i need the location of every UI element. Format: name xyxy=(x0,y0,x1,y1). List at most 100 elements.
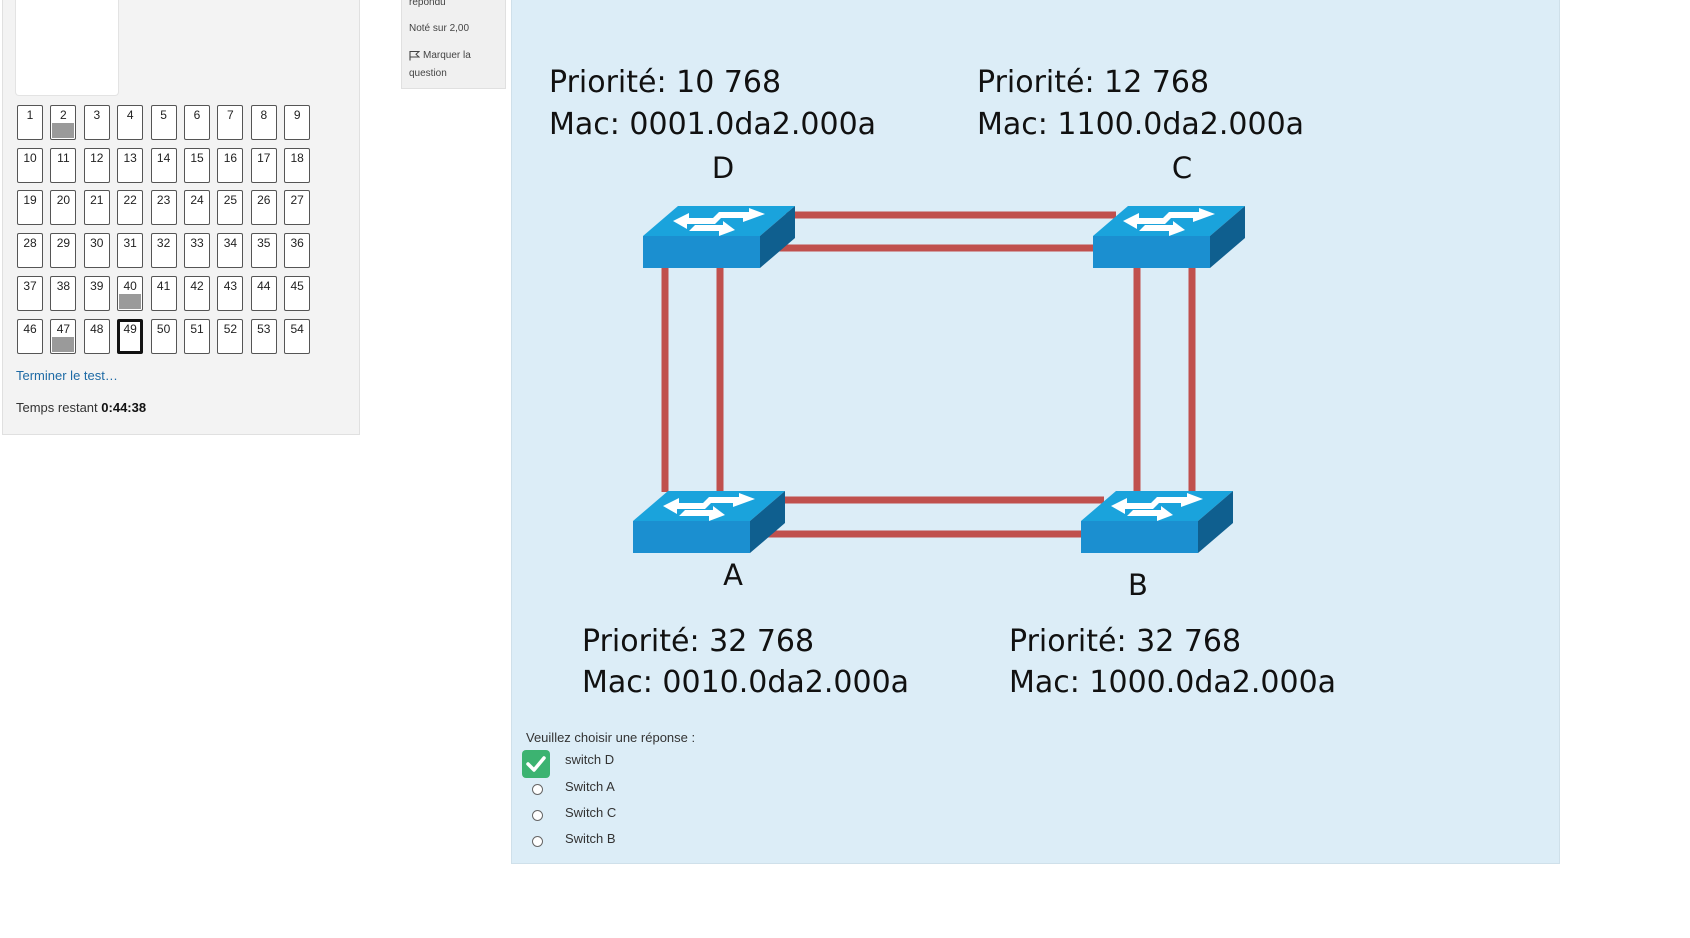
user-picture xyxy=(15,0,119,96)
question-nav-button-22[interactable]: 22 xyxy=(117,190,144,226)
question-nav-button-9[interactable]: 9 xyxy=(284,105,311,140)
question-nav-button-5[interactable]: 5 xyxy=(150,105,177,140)
question-nav-button-30[interactable]: 30 xyxy=(83,233,110,269)
question-nav-button-34[interactable]: 34 xyxy=(217,233,244,269)
question-nav-button-10[interactable]: 10 xyxy=(17,147,43,183)
question-nav-button-24[interactable]: 24 xyxy=(184,190,210,226)
question-nav-button-14[interactable]: 14 xyxy=(150,147,177,183)
question-nav-button-53[interactable]: 53 xyxy=(250,318,277,354)
answer-option-switch-a[interactable]: Switch A xyxy=(522,778,762,804)
question-nav-button-1[interactable]: 1 xyxy=(17,105,43,140)
question-nav-button-6[interactable]: 6 xyxy=(184,105,210,140)
question-info-box: répondu Noté sur 2,00 Marquer la questio… xyxy=(401,0,506,89)
switch-d-icon xyxy=(643,206,795,268)
switch-c-mac: Mac: 1100.0da2.000a xyxy=(977,107,1304,142)
question-nav-button-47[interactable]: 47 xyxy=(50,318,77,354)
question-number: 14 xyxy=(156,150,171,165)
question-number: 38 xyxy=(56,278,71,293)
question-nav-button-11[interactable]: 11 xyxy=(50,147,77,183)
question-nav-button-48[interactable]: 48 xyxy=(83,318,110,354)
timer-label: Temps restant xyxy=(16,400,98,415)
question-number: 33 xyxy=(190,236,204,251)
question-nav-button-20[interactable]: 20 xyxy=(50,190,77,226)
question-state: répondu xyxy=(409,0,446,8)
question-nav-button-49[interactable]: 49 xyxy=(117,318,144,354)
question-nav-button-51[interactable]: 51 xyxy=(184,318,210,354)
switch-d-mac: Mac: 0001.0da2.000a xyxy=(549,107,876,142)
question-number: 19 xyxy=(23,193,37,208)
question-nav-button-28[interactable]: 28 xyxy=(17,233,43,269)
question-nav-button-41[interactable]: 41 xyxy=(150,275,177,311)
finish-attempt-link[interactable]: Terminer le test… xyxy=(16,368,118,383)
question-nav-button-37[interactable]: 37 xyxy=(17,275,43,311)
radio-button[interactable] xyxy=(532,810,543,821)
checkbox-checked-icon[interactable] xyxy=(522,750,550,778)
answer-option-switch-b[interactable]: Switch B xyxy=(522,830,762,856)
answered-indicator xyxy=(52,123,75,138)
question-nav-button-8[interactable]: 8 xyxy=(250,105,277,140)
question-nav-button-29[interactable]: 29 xyxy=(50,233,77,269)
question-nav-button-25[interactable]: 25 xyxy=(217,190,244,226)
question-nav-button-45[interactable]: 45 xyxy=(284,275,311,311)
question-nav-button-44[interactable]: 44 xyxy=(250,275,277,311)
question-number: 35 xyxy=(257,236,271,251)
question-nav-button-42[interactable]: 42 xyxy=(184,275,210,311)
question-nav-button-12[interactable]: 12 xyxy=(83,147,110,183)
time-remaining: Temps restant 0:44:38 xyxy=(16,400,146,415)
question-number: 54 xyxy=(290,321,304,336)
answer-option-switch-d[interactable]: switch D xyxy=(522,750,762,778)
question-nav-button-32[interactable]: 32 xyxy=(150,233,177,269)
question-number: 3 xyxy=(93,108,101,122)
flag-question-button[interactable]: Marquer la question xyxy=(409,47,499,83)
question-nav-button-35[interactable]: 35 xyxy=(250,233,277,269)
question-nav-button-15[interactable]: 15 xyxy=(184,147,210,183)
quiz-navigation-panel: 1 2 3 4 5 6 7 8 9 10 11 12 13 14 15 16 17 18 19 20 21 22 23 24 2… xyxy=(2,0,360,435)
question-nav-button-4[interactable]: 4 xyxy=(117,105,144,140)
question-number: 53 xyxy=(257,321,271,336)
question-nav-button-3[interactable]: 3 xyxy=(83,105,110,140)
question-nav-button-50[interactable]: 50 xyxy=(150,318,177,354)
question-nav-button-52[interactable]: 52 xyxy=(217,318,244,354)
question-nav-button-33[interactable]: 33 xyxy=(184,233,210,269)
question-number: 26 xyxy=(257,193,271,208)
radio-button[interactable] xyxy=(532,836,543,847)
question-nav-button-36[interactable]: 36 xyxy=(284,233,311,269)
question-number: 15 xyxy=(190,150,204,165)
question-nav-button-21[interactable]: 21 xyxy=(83,190,110,226)
question-nav-button-43[interactable]: 43 xyxy=(217,275,244,311)
question-nav-button-39[interactable]: 39 xyxy=(83,275,110,311)
question-nav-button-19[interactable]: 19 xyxy=(17,190,43,226)
question-number: 47 xyxy=(56,321,71,336)
question-number: 8 xyxy=(260,108,268,122)
question-nav-button-7[interactable]: 7 xyxy=(217,105,244,140)
question-nav-button-54[interactable]: 54 xyxy=(284,318,311,354)
question-nav-button-26[interactable]: 26 xyxy=(250,190,277,226)
question-nav-button-2[interactable]: 2 xyxy=(50,105,77,140)
question-nav-button-46[interactable]: 46 xyxy=(17,318,43,354)
question-nav-button-23[interactable]: 23 xyxy=(150,190,177,226)
question-number: 45 xyxy=(290,278,304,293)
question-nav-button-31[interactable]: 31 xyxy=(117,233,144,269)
question-nav-button-17[interactable]: 17 xyxy=(250,147,277,183)
question-nav-button-27[interactable]: 27 xyxy=(284,190,311,226)
answer-option-switch-c[interactable]: Switch C xyxy=(522,804,762,830)
question-number: 13 xyxy=(123,150,137,165)
question-nav-button-40[interactable]: 40 xyxy=(117,275,144,311)
question-number: 10 xyxy=(23,150,37,165)
question-number: 24 xyxy=(190,193,204,208)
question-nav-button-18[interactable]: 18 xyxy=(284,147,311,183)
question-nav-button-13[interactable]: 13 xyxy=(117,147,144,183)
switch-d-priority: Priorité: 10 768 xyxy=(549,65,781,100)
question-number: 37 xyxy=(23,278,37,293)
flag-icon xyxy=(409,50,421,61)
answer-label: switch D xyxy=(565,752,615,767)
question-nav-button-38[interactable]: 38 xyxy=(50,275,77,311)
question-number: 29 xyxy=(56,236,71,251)
radio-button[interactable] xyxy=(532,784,543,795)
switch-c-priority: Priorité: 12 768 xyxy=(977,65,1209,100)
question-number: 1 xyxy=(26,108,34,122)
question-nav-button-16[interactable]: 16 xyxy=(217,147,244,183)
switch-d-letter: D xyxy=(712,151,734,185)
question-number: 11 xyxy=(57,150,70,165)
question-number: 5 xyxy=(160,108,167,122)
